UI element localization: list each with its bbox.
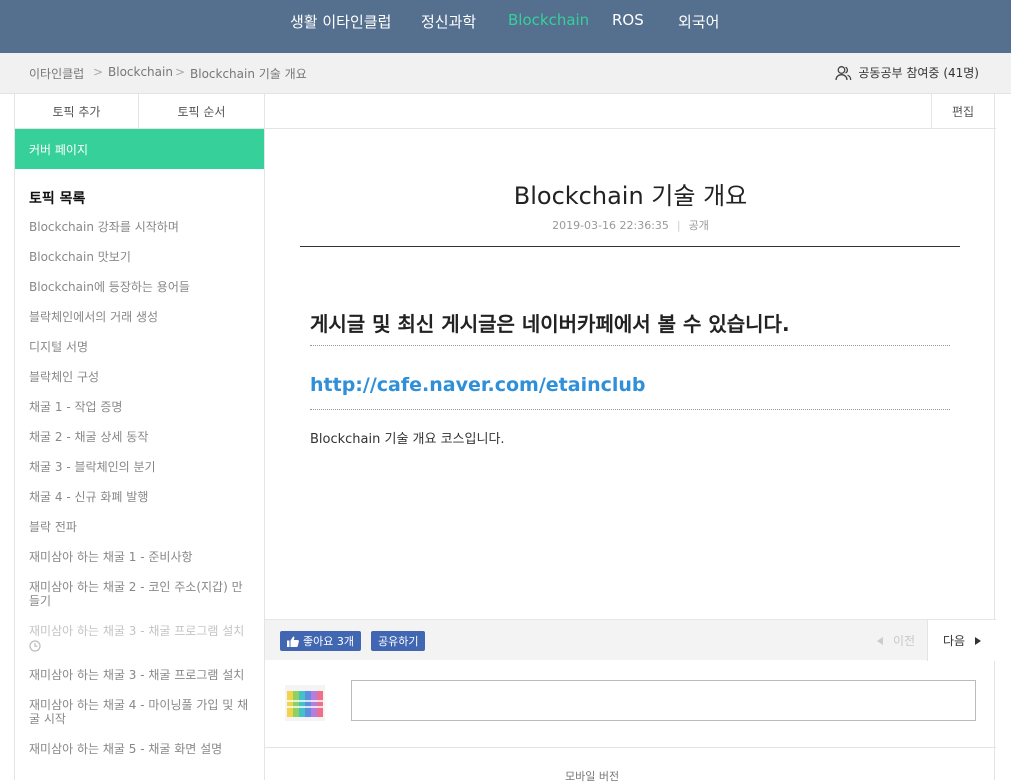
like-count: 3개 (336, 635, 354, 648)
breadcrumb-separator: > (175, 65, 186, 79)
topic-list-title: 토픽 목록 (29, 191, 86, 207)
like-label: 좋아요 (303, 635, 334, 648)
breadcrumb-home[interactable]: 이타인클럽 (29, 65, 84, 82)
post-date: 2019-03-16 22:36:35 (552, 219, 669, 232)
topic-list: Blockchain 강좌를 시작하며 Blockchain 맛보기 Block… (29, 220, 251, 772)
next-button[interactable]: 다음 (927, 620, 996, 661)
cafe-link[interactable]: http://cafe.naver.com/etainclub (310, 374, 646, 396)
breadcrumb-separator: > (93, 65, 104, 79)
topic-item[interactable]: 블락체인에서의 거래 생성 (29, 310, 251, 324)
topic-item[interactable]: 블락 전파 (29, 520, 251, 534)
topic-item[interactable]: 채굴 3 - 블락체인의 분기 (29, 460, 251, 474)
topic-item[interactable]: 블락체인 구성 (29, 370, 251, 384)
avatar (285, 685, 325, 721)
breadcrumb: 이타인클럽 > Blockchain > Blockchain 기술 개요 공동… (0, 53, 1011, 94)
topic-item[interactable]: 디지털 서명 (29, 340, 251, 354)
chevron-right-icon (975, 636, 982, 645)
divider (300, 246, 960, 247)
post-meta: 2019-03-16 22:36:35 | 공개 (265, 217, 996, 233)
chevron-left-icon (876, 636, 883, 645)
topic-order-button[interactable]: 토픽 순서 (139, 94, 265, 129)
post-action-bar: 좋아요 3개 공유하기 이전 다음 (265, 619, 996, 661)
topic-item-scheduled[interactable]: 재미삼아 하는 채굴 3 - 채굴 프로그램 설치 (29, 624, 251, 652)
nav-item-mental-science[interactable]: 정신과학 (421, 11, 476, 32)
nav-item-blockchain[interactable]: Blockchain (508, 11, 589, 29)
topic-item-label: 재미삼아 하는 채굴 3 - 채굴 프로그램 설치 (29, 624, 245, 638)
divider (265, 128, 996, 129)
edit-button[interactable]: 편집 (931, 94, 994, 129)
topic-item[interactable]: Blockchain 강좌를 시작하며 (29, 220, 251, 234)
top-nav: 생활 이타인클럽 정신과학 Blockchain ROS 외국어 (0, 0, 1011, 53)
share-button[interactable]: 공유하기 (371, 631, 426, 651)
nav-item-foreign-language[interactable]: 외국어 (678, 11, 719, 32)
clock-icon (29, 639, 41, 652)
divider (310, 409, 950, 410)
topic-item[interactable]: 재미삼아 하는 채굴 4 - 마이닝풀 가입 및 채굴 시작 (29, 698, 251, 726)
post-visibility: 공개 (688, 219, 709, 232)
topic-item[interactable]: 재미삼아 하는 채굴 3 - 채굴 프로그램 설치 (29, 668, 251, 682)
breadcrumb-current: Blockchain 기술 개요 (190, 67, 307, 81)
previous-label: 이전 (892, 634, 916, 648)
topic-item[interactable]: 재미삼아 하는 채굴 5 - 채굴 화면 설명 (29, 742, 251, 756)
breadcrumb-category[interactable]: Blockchain (108, 65, 173, 79)
comment-input[interactable] (351, 680, 976, 721)
users-icon (835, 65, 852, 80)
participants-status[interactable]: 공동공부 참여중 (41명) (835, 64, 979, 81)
topic-item[interactable]: Blockchain 맛보기 (29, 250, 251, 264)
topic-item[interactable]: 채굴 4 - 신규 화폐 발행 (29, 490, 251, 504)
post-headline: 게시글 및 최신 게시글은 네이버카페에서 볼 수 있습니다. (310, 312, 790, 336)
nav-item-ros[interactable]: ROS (612, 11, 644, 29)
previous-button[interactable]: 이전 (865, 620, 927, 661)
comment-area (265, 660, 996, 748)
main-content: 편집 Blockchain 기술 개요 2019-03-16 22:36:35 |… (264, 94, 996, 783)
meta-separator: | (676, 219, 681, 232)
topic-item[interactable]: 재미삼아 하는 채굴 2 - 코인 주소(지갑) 만들기 (29, 580, 251, 608)
topic-item[interactable]: 채굴 2 - 채굴 상세 동작 (29, 430, 251, 444)
post-body: Blockchain 기술 개요 코스입니다. (310, 432, 505, 447)
participants-count: (41명) (943, 66, 979, 80)
next-label: 다음 (942, 634, 966, 648)
topic-item[interactable]: 채굴 1 - 작업 증명 (29, 400, 251, 414)
divider (310, 345, 950, 346)
thumbs-up-icon (287, 636, 299, 647)
nav-item-life[interactable]: 생활 이타인클럽 (290, 11, 391, 32)
sidebar: 토픽 추가 토픽 순서 커버 페이지 토픽 목록 Blockchain 강좌를 … (14, 94, 265, 780)
cover-page-item[interactable]: 커버 페이지 (15, 129, 265, 169)
mobile-version-link[interactable]: 모바일 버전 (565, 768, 619, 784)
like-button[interactable]: 좋아요 3개 (280, 631, 361, 651)
topic-item[interactable]: Blockchain에 등장하는 용어들 (29, 280, 251, 294)
post-title: Blockchain 기술 개요 (513, 182, 748, 210)
participants-label: 공동공부 참여중 (858, 66, 940, 80)
add-topic-button[interactable]: 토픽 추가 (15, 94, 139, 129)
topic-item[interactable]: 재미삼아 하는 채굴 1 - 준비사항 (29, 550, 251, 564)
